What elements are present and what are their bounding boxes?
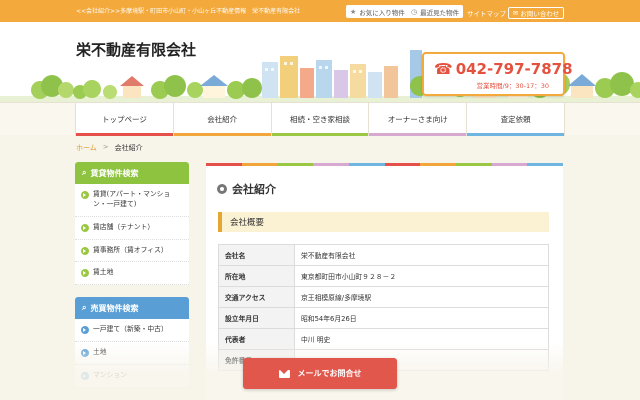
rent-search-list: 賃貸(アパート・マンション・一戸建て) 賃店舗（テナント） 賃事務所（賃オフィス） 賃…	[75, 184, 189, 286]
row-value: 昭和54年6月26日	[294, 307, 549, 329]
rent-search-title: 賃貸物件検索	[90, 168, 139, 178]
row-label: 交通アクセス	[218, 286, 295, 308]
top-bar: <<会社紹介>>多摩境駅・町田市小山町・小山ヶ丘不動産情報 栄不動産有限会社 ★…	[0, 0, 640, 22]
stripe-segment	[206, 163, 242, 166]
rent-search-header: ⌕ 賃貸物件検索	[75, 162, 189, 184]
color-stripe	[206, 163, 564, 166]
nav-item[interactable]: オーナーさま向け	[368, 103, 467, 136]
search-icon: ⌕	[82, 168, 87, 177]
table-row: 交通アクセス 京王相模原線/多摩境駅	[218, 286, 549, 308]
stripe-segment	[313, 163, 349, 166]
nav-item[interactable]: トップページ	[75, 103, 173, 136]
arrow-circle-icon	[81, 326, 89, 334]
nav-item-label: 相続・空き家相談	[289, 115, 350, 124]
nav-color-bar	[76, 133, 173, 136]
nav-item[interactable]: 会社紹介	[172, 103, 271, 136]
table-row: 設立年月日 昭和54年6月26日	[218, 307, 549, 329]
sidebar-item[interactable]: 賃事務所（賃オフィス）	[75, 240, 189, 263]
nav-color-bar	[271, 133, 369, 136]
nav-item-label: 査定依頼	[500, 115, 531, 124]
row-value: 栄不動産有限会社	[294, 244, 549, 266]
contact-button[interactable]: ✉ お問い合わせ	[508, 7, 564, 19]
breadcrumb-home[interactable]: ホーム	[76, 143, 97, 153]
sidebar-item-label: 賃店舗（テナント）	[93, 222, 155, 231]
breadcrumb-current: 会社紹介	[114, 144, 143, 152]
stripe-segment	[384, 163, 421, 166]
row-label: 所在地	[218, 265, 295, 287]
page-title-text: 会社紹介	[232, 183, 276, 196]
stripe-segment	[348, 163, 385, 166]
sale-search-title: 売買物件検索	[90, 303, 139, 313]
recent-label: 最近見た物件	[420, 8, 460, 17]
table-row: 所在地 東京都町田市小山町９２８－２	[218, 265, 549, 287]
stripe-segment	[277, 163, 314, 166]
clock-icon: ◷	[411, 7, 418, 16]
header: 栄不動産有限会社 ☎ 042-797-7878 営業時間/9：30-17：30	[0, 22, 640, 102]
nav-item-label: オーナーさま向け	[387, 115, 448, 124]
breadcrumb-separator: >	[102, 143, 109, 151]
section-heading: 会社概要	[218, 212, 549, 232]
page-title: 会社紹介	[217, 181, 276, 197]
nav-item[interactable]: 相続・空き家相談	[270, 103, 369, 136]
breadcrumb: ホーム > 会社紹介	[76, 143, 143, 153]
sidebar-item-label: 賃土地	[93, 268, 114, 277]
phone-box[interactable]: ☎ 042-797-7878 営業時間/9：30-17：30	[422, 52, 573, 96]
nav-item-label: トップページ	[101, 115, 147, 124]
favorites-button[interactable]: ★ お気に入り物件	[346, 5, 409, 18]
stripe-segment	[241, 163, 278, 166]
sidebar-item[interactable]: 賃土地	[75, 262, 189, 286]
nav-color-bar	[467, 133, 564, 136]
nav-item-label: 会社紹介	[207, 115, 238, 124]
mail-inquiry-label: メールでお問合せ	[297, 369, 362, 378]
phone-icon: ☎	[434, 60, 453, 78]
sidebar-item[interactable]: 賃貸(アパート・マンション・一戸建て)	[75, 184, 189, 217]
nav-color-bar	[369, 133, 467, 136]
sidebar-item[interactable]: 一戸建て（新築・中古）	[75, 319, 189, 342]
arrow-circle-icon	[81, 269, 89, 278]
sidebar-item[interactable]: 賃店舗（テナント）	[75, 217, 189, 240]
arrow-circle-icon	[81, 223, 89, 232]
contact-label: お問い合わせ	[520, 10, 560, 18]
sale-search-header: ⌕ 売買物件検索	[75, 297, 189, 319]
recent-button[interactable]: ◷ 最近見た物件	[407, 5, 464, 18]
stripe-segment	[420, 163, 456, 166]
nav-color-bar	[173, 133, 271, 136]
global-nav-wrap: トップページ 会社紹介 相続・空き家相談 オーナーさま向け 査定依頼	[0, 102, 640, 136]
star-icon: ★	[350, 7, 357, 16]
sitemap-link[interactable]: サイトマップ	[467, 8, 506, 18]
sidebar-item-label: 賃貸(アパート・マンション・一戸建て)	[93, 190, 171, 208]
circle-icon	[217, 184, 227, 194]
site-description: <<会社紹介>>多摩境駅・町田市小山町・小山ヶ丘不動産情報 栄不動産有限会社	[76, 8, 301, 15]
phone-number-text: 042-797-7878	[455, 60, 573, 78]
arrow-circle-icon	[81, 246, 89, 255]
envelope-icon	[278, 369, 290, 378]
row-label: 設立年月日	[218, 307, 295, 329]
mail-icon: ✉	[512, 9, 519, 17]
phone-number: ☎ 042-797-7878	[434, 60, 573, 78]
stripe-segment	[527, 163, 564, 166]
favorites-label: お気に入り物件	[359, 8, 405, 17]
table-row: 会社名 栄不動産有限会社	[218, 244, 549, 266]
row-value: 東京都町田市小山町９２８－２	[294, 265, 549, 287]
arrow-circle-icon	[81, 191, 89, 199]
mail-inquiry-button[interactable]: メールでお問合せ	[243, 358, 397, 389]
row-value: 京王相模原線/多摩境駅	[294, 286, 549, 308]
business-hours: 営業時間/9：30-17：30	[476, 82, 549, 90]
stripe-segment	[491, 163, 528, 166]
stripe-segment	[455, 163, 492, 166]
row-label: 会社名	[218, 244, 295, 266]
sidebar-item-label: 賃事務所（賃オフィス）	[93, 245, 168, 254]
sidebar-item-label: 一戸建て（新築・中古）	[93, 325, 168, 333]
global-nav: トップページ 会社紹介 相続・空き家相談 オーナーさま向け 査定依頼	[75, 103, 565, 136]
nav-item[interactable]: 査定依頼	[466, 103, 565, 136]
search-icon: ⌕	[82, 303, 87, 312]
